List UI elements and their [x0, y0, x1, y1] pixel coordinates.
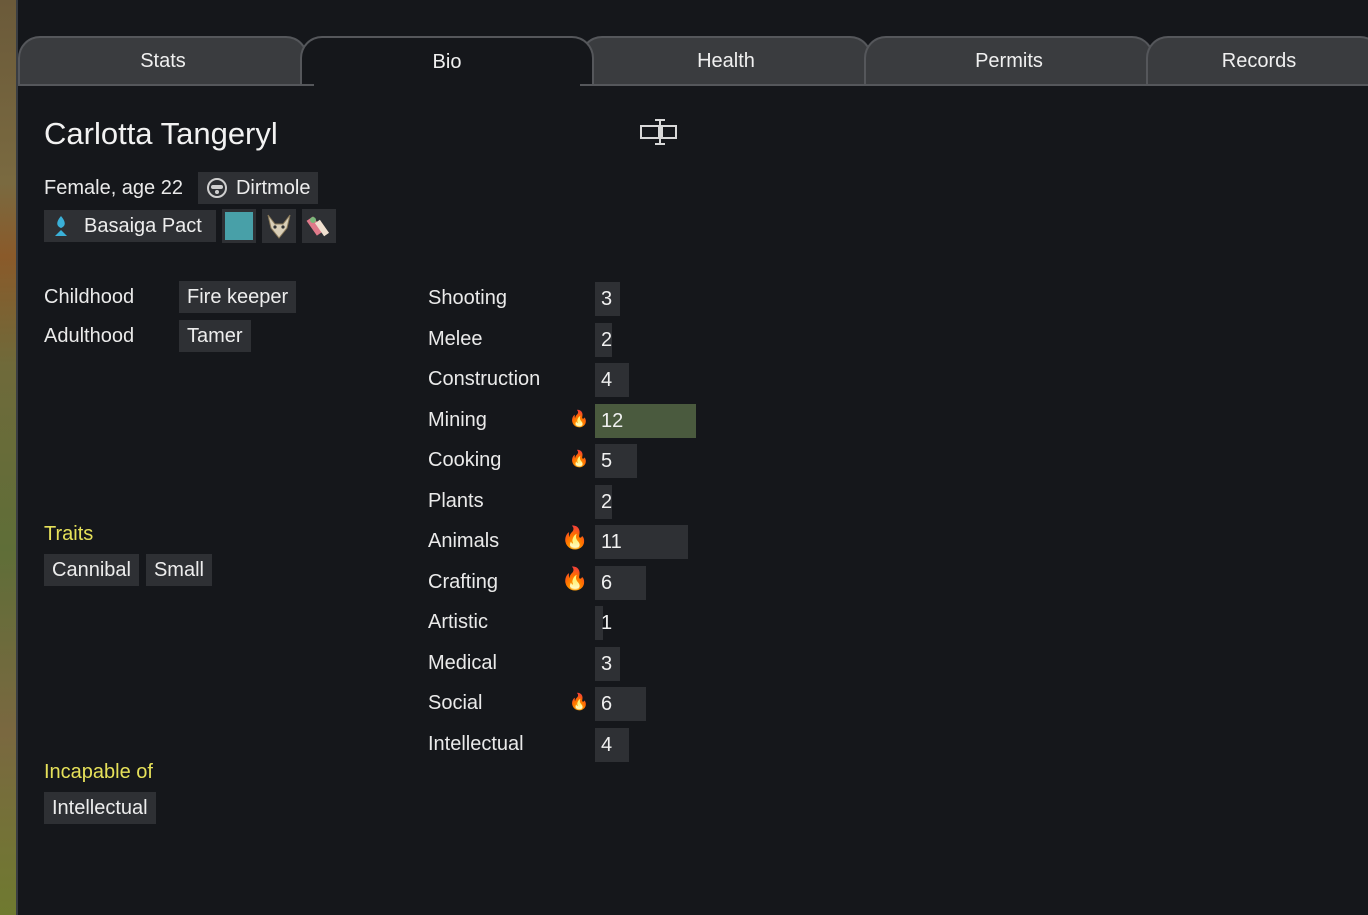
skill-level-bar[interactable]: 5 — [595, 444, 637, 478]
pawn-name: Carlotta Tangeryl — [44, 116, 278, 151]
adulthood-label: Adulthood — [44, 325, 135, 347]
childhood-label: Childhood — [44, 286, 135, 308]
skill-name: Medical — [428, 652, 497, 674]
skill-name: Artistic — [428, 611, 488, 633]
tab-underline — [18, 84, 1368, 86]
skill-name: Cooking — [428, 449, 502, 471]
adulthood-chip[interactable]: Tamer — [179, 320, 251, 352]
gender-age: Female, age 22 — [44, 176, 183, 199]
incapable-chip[interactable]: Intellectual — [44, 792, 156, 824]
incapable-title: Incapable of — [44, 761, 153, 783]
passion-major-icon: 🔥 — [561, 525, 589, 550]
tab-records[interactable]: Records — [1146, 36, 1368, 84]
map-ground-strip — [0, 0, 16, 915]
childhood-chip[interactable]: Fire keeper — [179, 281, 297, 313]
ideo-color-swatch-icon[interactable] — [221, 209, 256, 243]
skill-level-bar[interactable]: 6 — [595, 566, 646, 600]
faction-label: Basaiga Pact — [84, 214, 202, 237]
skill-name: Social — [428, 692, 483, 714]
identity-row: Female, age 22 Dirtmole — [44, 171, 319, 205]
tab-bio[interactable]: Bio — [300, 36, 594, 86]
faction-row: Basaiga Pact — [44, 209, 336, 243]
skill-level-bar[interactable]: 2 — [595, 485, 612, 519]
skill-name: Animals — [428, 530, 500, 552]
passion-minor-icon: 🔥 — [569, 411, 589, 428]
skill-level-bar[interactable]: 3 — [595, 282, 620, 316]
faction-chip[interactable]: Basaiga Pact — [44, 210, 216, 242]
active-tab-gap — [314, 84, 580, 86]
top-strip — [18, 0, 1368, 10]
xenotype-chip[interactable]: Dirtmole — [197, 172, 319, 204]
skill-name: Plants — [428, 490, 484, 512]
tool-badge-icon[interactable] — [301, 209, 336, 243]
rename-icon[interactable] — [640, 118, 678, 146]
trait-chip[interactable]: Small — [145, 554, 212, 586]
skill-level-bar[interactable]: 2 — [595, 323, 612, 357]
skill-name: Crafting — [428, 571, 499, 593]
tab-permits[interactable]: Permits — [864, 36, 1154, 84]
tab-stats[interactable]: Stats — [18, 36, 308, 84]
skill-name: Melee — [428, 328, 483, 350]
passion-minor-icon: 🔥 — [569, 694, 589, 711]
traits-list: Cannibal Small — [44, 554, 219, 586]
xenotype-icon — [206, 178, 227, 198]
tab-health[interactable]: Health — [580, 36, 872, 84]
skill-level-bar[interactable]: 12 — [595, 404, 696, 438]
trait-chip[interactable]: Cannibal — [44, 554, 139, 586]
skill-name: Construction — [428, 368, 541, 390]
traits-title: Traits — [44, 523, 94, 545]
character-bio-panel: Stats Health Permits Records Bio Carlott… — [16, 0, 1368, 915]
skill-name: Shooting — [428, 287, 507, 309]
fox-mask-icon[interactable] — [261, 209, 296, 243]
skill-name: Intellectual — [428, 733, 524, 755]
skill-level-bar[interactable]: 11 — [595, 525, 688, 559]
tab-bar: Stats Health Permits Records Bio — [18, 36, 1368, 86]
passion-minor-icon: 🔥 — [569, 451, 589, 468]
xenotype-label: Dirtmole — [235, 176, 311, 199]
skill-level-bar[interactable]: 1 — [595, 606, 612, 640]
skill-level-bar[interactable]: 4 — [595, 363, 629, 397]
skill-name: Mining — [428, 409, 487, 431]
skill-level-bar[interactable]: 6 — [595, 687, 646, 721]
skill-level-bar[interactable]: 3 — [595, 647, 620, 681]
skill-level-bar[interactable]: 4 — [595, 728, 629, 762]
passion-major-icon: 🔥 — [561, 566, 589, 591]
faction-icon — [55, 216, 67, 236]
